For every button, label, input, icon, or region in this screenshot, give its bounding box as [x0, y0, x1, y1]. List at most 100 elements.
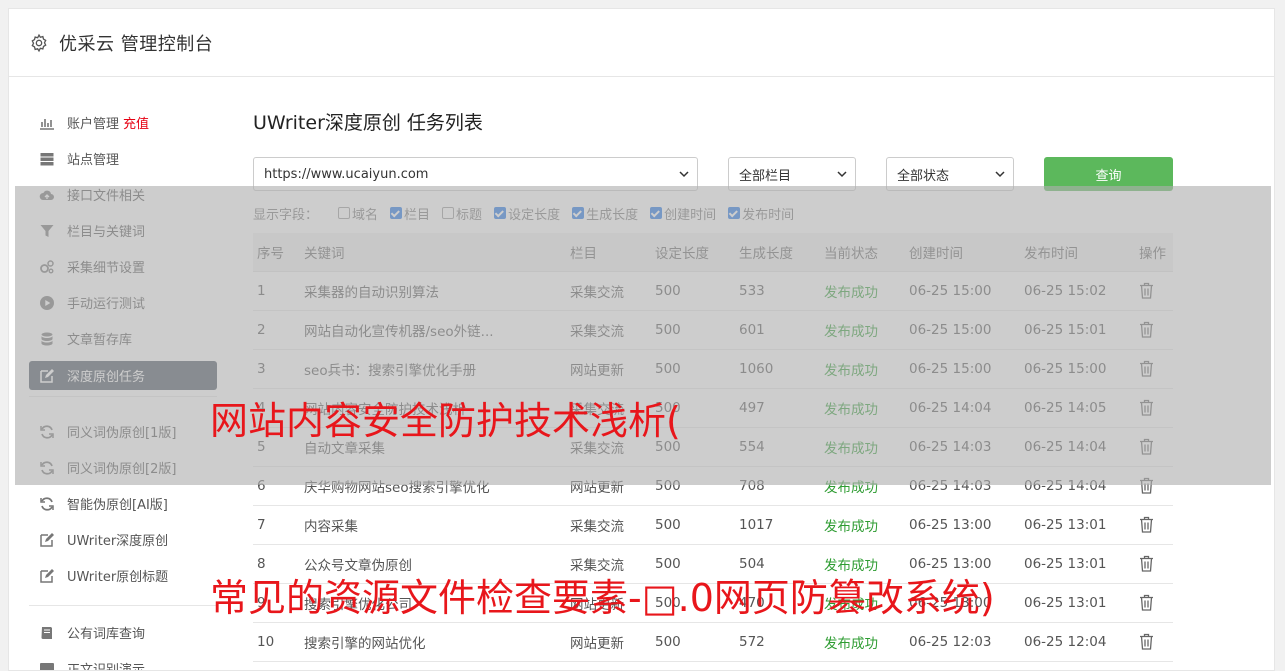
field-checkbox-2[interactable]: 栏目 [390, 204, 430, 223]
table-cell: 500 [651, 349, 735, 389]
field-checkbox-6[interactable]: 创建时间 [650, 204, 716, 223]
field-checkbox-label: 发布时间 [742, 207, 795, 223]
sidebar-item-2[interactable]: 站点管理 [29, 144, 217, 173]
action-cell [1135, 622, 1173, 662]
refresh-icon [39, 460, 55, 476]
table-cell: 9 [253, 583, 300, 623]
field-checkbox-3[interactable]: 标题 [442, 204, 482, 223]
trash-icon[interactable] [1139, 399, 1154, 416]
table-cell: 533 [735, 271, 820, 311]
table-cell: 3 [253, 349, 300, 389]
sidebar-item-13[interactable]: UWriter原创标题 [29, 561, 217, 590]
column-header: 生成长度 [735, 233, 820, 272]
sidebar-item-7[interactable]: 文章暂存库 [29, 324, 217, 353]
table-cell: 发布成功 [820, 388, 905, 428]
column-header: 设定长度 [651, 233, 735, 272]
table-cell: 06-25 13:01 [1020, 505, 1135, 545]
table-cell: 500 [651, 544, 735, 584]
table-cell: 500 [651, 427, 735, 467]
sidebar-item-3[interactable]: 接口文件相关 [29, 180, 217, 209]
column-header: 关键词 [300, 233, 566, 272]
trash-icon[interactable] [1139, 477, 1154, 494]
edit-icon [39, 532, 55, 548]
sidebar-item-11[interactable]: 智能伪原创[AI版] [29, 489, 217, 518]
field-checkbox-label: 生成长度 [586, 207, 639, 223]
table-cell: 06-25 15:00 [905, 271, 1020, 311]
field-checkbox-label: 标题 [456, 207, 483, 223]
trash-icon[interactable] [1139, 594, 1154, 611]
table-cell: 网站更新 [566, 622, 651, 662]
table-cell: 网站更新 [566, 466, 651, 506]
sidebar-item-label: 深度原创任务 [67, 370, 146, 385]
action-cell [1135, 349, 1173, 389]
site-select-value: https://www.ucaiyun.com [264, 166, 429, 182]
refresh-icon [39, 424, 55, 440]
status-select[interactable]: 全部状态 [886, 157, 1014, 191]
sidebar-item-15[interactable]: 正文识别演示 [29, 654, 217, 671]
filter-bar: https://www.ucaiyun.com 全部栏目 全部状态 查询 [253, 157, 1173, 191]
sidebar-item-12[interactable]: UWriter深度原创 [29, 525, 217, 554]
field-checkbox-7[interactable]: 发布时间 [728, 204, 794, 223]
refresh-icon [39, 496, 55, 512]
table-cell: 500 [651, 310, 735, 350]
sidebar-item-8[interactable]: 深度原创任务 [29, 361, 217, 390]
table-cell: 8 [253, 544, 300, 584]
table-cell: 公众号文章伪原创 [300, 544, 566, 584]
column-header: 操作 [1135, 233, 1173, 272]
table-cell: 497 [735, 388, 820, 428]
table-cell: 7 [253, 505, 300, 545]
trash-icon[interactable] [1139, 516, 1154, 533]
sidebar-item-label: 智能伪原创[AI版] [67, 498, 168, 513]
table-cell: 网站内容安全防护技术浅析 [300, 388, 566, 428]
top-header: 优采云 管理控制台 [9, 9, 1274, 77]
table-cell: 1 [253, 271, 300, 311]
chevron-down-icon [995, 171, 1005, 178]
sidebar-item-label: UWriter深度原创 [67, 534, 169, 549]
table-row: 9 搜索引擎优化公司 网站更新 500 470 发布成功 06-25 13:00 06-25 … [253, 583, 1173, 623]
sidebar-item-1[interactable]: 账户管理 充值 [29, 108, 217, 137]
sidebar-item-6[interactable]: 手动运行测试 [29, 288, 217, 317]
trash-icon[interactable] [1139, 321, 1154, 338]
database-icon [39, 331, 55, 347]
recharge-link[interactable]: 充值 [123, 113, 149, 132]
table-cell: 601 [735, 310, 820, 350]
chevron-down-icon [837, 171, 847, 178]
sidebar-item-5[interactable]: 采集细节设置 [29, 252, 217, 281]
table-cell: 采集交流 [566, 505, 651, 545]
table-row: 7 内容采集 采集交流 500 1017 发布成功 06-25 13:00 06-25 13:… [253, 505, 1173, 545]
checkbox-checked-icon [728, 207, 741, 219]
table-cell: 采集交流 [566, 310, 651, 350]
table-cell: 500 [651, 388, 735, 428]
field-checkbox-4[interactable]: 设定长度 [494, 204, 560, 223]
action-cell [1135, 310, 1173, 350]
server-icon [39, 151, 55, 167]
field-checkbox-1[interactable]: 域名 [338, 204, 378, 223]
query-button[interactable]: 查询 [1044, 157, 1173, 191]
sidebar-item-9[interactable]: 同义词伪原创[1版] [29, 417, 217, 446]
trash-icon[interactable] [1139, 438, 1154, 455]
task-table: 序号 关键词 栏目 设定长度 生成长度 当前状态 创建时间 发布时间 操作 1 采集器的自动识别算… [253, 233, 1173, 662]
trash-icon[interactable] [1139, 555, 1154, 572]
sidebar-item-label: UWriter原创标题 [67, 570, 169, 585]
sidebar-item-10[interactable]: 同义词伪原创[2版] [29, 453, 217, 482]
checkbox-empty-icon [442, 207, 455, 219]
trash-icon[interactable] [1139, 282, 1154, 299]
trash-icon[interactable] [1139, 360, 1154, 377]
site-select[interactable]: https://www.ucaiyun.com [253, 157, 698, 191]
table-cell: 06-25 14:03 [905, 427, 1020, 467]
sidebar-item-label: 站点管理 [67, 153, 120, 168]
table-cell: 06-25 13:01 [1020, 544, 1135, 584]
table-cell: 572 [735, 622, 820, 662]
table-cell: 网站自动化宣传机器/seo外链... [300, 310, 566, 350]
action-cell [1135, 271, 1173, 311]
checkbox-checked-icon [494, 207, 507, 219]
sidebar-item-4[interactable]: 栏目与关键词 [29, 216, 217, 245]
field-checkbox-5[interactable]: 生成长度 [572, 204, 638, 223]
table-cell: 06-25 13:00 [905, 505, 1020, 545]
column-select[interactable]: 全部栏目 [728, 157, 856, 191]
sidebar-item-label: 正文识别演示 [67, 663, 146, 671]
trash-icon[interactable] [1139, 633, 1154, 650]
table-cell: 500 [651, 505, 735, 545]
sidebar-item-14[interactable]: 公有词库查询 [29, 618, 217, 647]
table-cell: 504 [735, 544, 820, 584]
